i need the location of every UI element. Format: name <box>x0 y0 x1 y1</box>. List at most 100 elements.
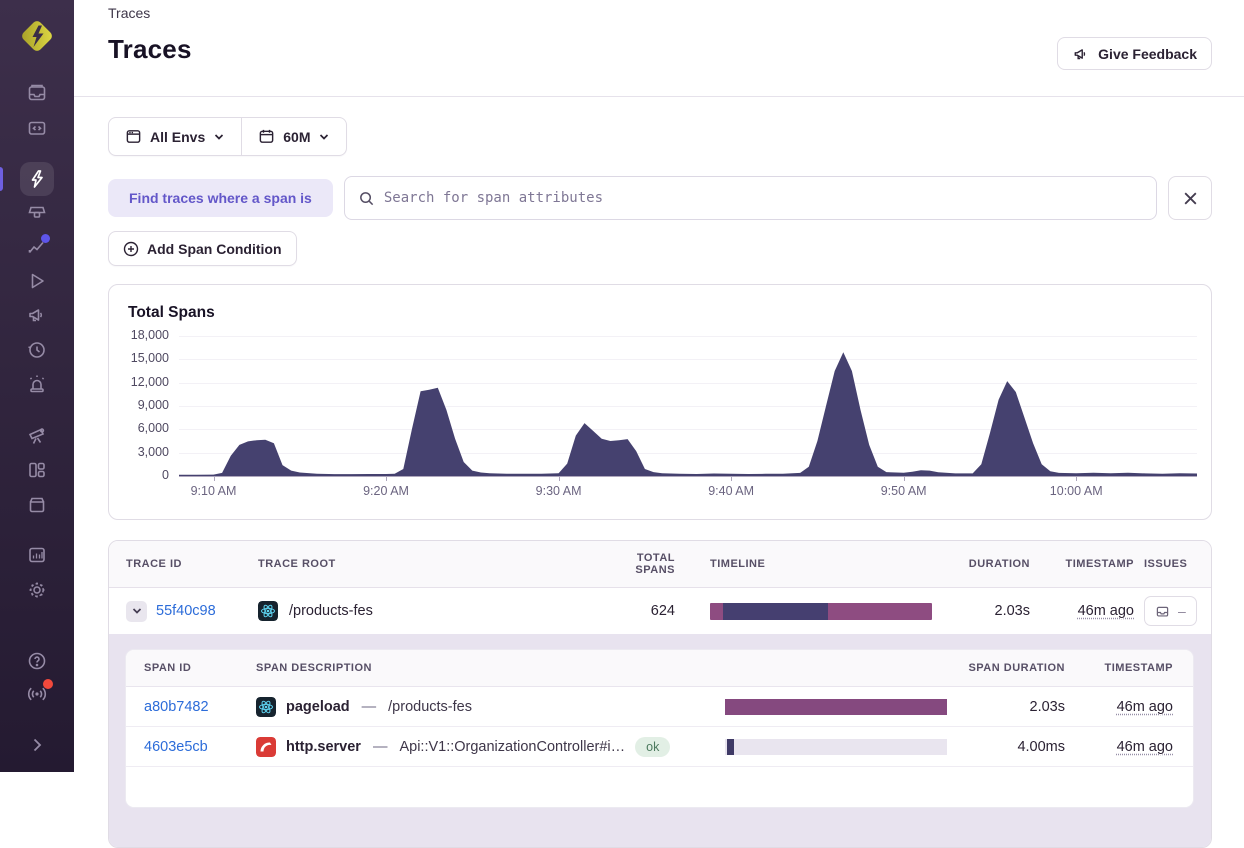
env-filter-button[interactable]: All Envs <box>109 118 241 155</box>
clock-icon <box>28 342 45 358</box>
separator: — <box>361 698 377 715</box>
col-timestamp: TIMESTAMP <box>1065 558 1134 570</box>
sidebar-item-feedback[interactable] <box>20 298 54 332</box>
collapse-row-button[interactable] <box>126 600 147 622</box>
give-feedback-label: Give Feedback <box>1098 45 1197 62</box>
chevron-down-icon <box>132 608 141 614</box>
col-trace-id: TRACE ID <box>126 558 182 570</box>
sidebar-item-replays[interactable] <box>20 264 54 298</box>
trace-timestamp[interactable]: 46m ago <box>1078 603 1134 619</box>
span-search-box[interactable] <box>343 176 1157 220</box>
sidebar-item-explore[interactable] <box>20 162 54 196</box>
trace-issues-button[interactable]: – <box>1144 596 1197 626</box>
span-timestamp[interactable]: 46m ago <box>1117 699 1173 715</box>
sidebar-item-projects[interactable] <box>20 111 54 145</box>
breadcrumb[interactable]: Traces <box>108 4 1212 21</box>
col-issues: ISSUES <box>1144 558 1188 570</box>
notification-dot-red <box>43 679 53 689</box>
span-row[interactable] <box>126 767 1193 807</box>
col-total-spans: TOTAL SPANS <box>635 552 675 576</box>
page-header: Traces Traces Give Feedback <box>74 0 1244 97</box>
ruby-platform-icon <box>256 736 276 757</box>
bar-stats-icon <box>29 547 45 563</box>
sidebar-item-discover[interactable] <box>20 419 54 453</box>
span-row[interactable]: 4603e5cb http.server — Api::V1::Organiza… <box>126 727 1193 767</box>
total-spans-area <box>179 352 1197 476</box>
sidebar-item-whats-new[interactable] <box>20 676 54 710</box>
find-traces-chip: Find traces where a span is <box>108 179 333 217</box>
span-duration-sliver <box>727 738 734 755</box>
play-icon <box>31 273 44 289</box>
sidebar-item-archive[interactable] <box>20 487 54 521</box>
span-timestamp[interactable]: 46m ago <box>1117 739 1173 755</box>
sidebar-item-releases[interactable] <box>20 333 54 367</box>
filter-bar: All Envs 60M <box>108 117 1212 156</box>
spans-sub-table: SPAN ID SPAN DESCRIPTION SPAN DURATION T… <box>126 650 1193 807</box>
search-input[interactable] <box>383 190 1143 206</box>
active-indicator <box>0 167 3 191</box>
lamp-icon <box>28 206 46 218</box>
span-op: http.server <box>286 738 361 755</box>
traces-table-header: TRACE ID TRACE ROOT TOTAL SPANS TIMELINE… <box>109 541 1211 588</box>
notification-dot-blue <box>41 234 50 243</box>
span-duration-bar <box>725 698 947 715</box>
sidebar-item-alerts[interactable] <box>20 367 54 401</box>
give-feedback-button[interactable]: Give Feedback <box>1057 37 1212 70</box>
col-span-description: SPAN DESCRIPTION <box>256 662 372 674</box>
close-icon <box>1184 192 1196 204</box>
help-icon <box>28 652 46 670</box>
col-span-id: SPAN ID <box>144 662 192 674</box>
sidebar-item-settings[interactable] <box>20 573 54 607</box>
archive-box-icon <box>29 497 45 513</box>
sentry-logo-icon[interactable] <box>17 16 57 56</box>
period-filter-button[interactable]: 60M <box>242 118 346 155</box>
trace-duration: 2.03s <box>994 603 1030 619</box>
chart-title: Total Spans <box>128 304 215 321</box>
span-op: pageload <box>286 698 350 715</box>
filter-segmented-control: All Envs 60M <box>108 117 348 156</box>
inbox-icon <box>1156 606 1169 617</box>
span-duration: 4.00ms <box>1017 738 1065 755</box>
chevron-down-icon <box>215 133 224 140</box>
megaphone-icon <box>1074 48 1086 59</box>
sidebar-item-performance[interactable] <box>20 230 54 264</box>
gear-icon <box>29 582 45 598</box>
trace-row[interactable]: 55f40c98 /products-fes 624 2.03s 46m ago… <box>109 588 1211 634</box>
env-filter-label: All Envs <box>150 128 206 145</box>
sidebar-item-dashboards[interactable] <box>20 453 54 487</box>
total-spans-plot[interactable]: 9:10 AM 9:20 AM 9:30 AM 9:40 AM 9:50 AM 10:00… <box>131 328 1197 498</box>
col-span-duration: SPAN DURATION <box>968 662 1065 674</box>
span-description: /products-fes <box>388 698 472 715</box>
react-platform-icon <box>256 696 276 717</box>
add-span-condition-button[interactable]: Add Span Condition <box>108 231 297 266</box>
sidebar-item-help[interactable] <box>20 644 54 678</box>
col-timeline: TIMELINE <box>710 558 766 570</box>
traces-table: TRACE ID TRACE ROOT TOTAL SPANS TIMELINE… <box>108 540 1212 848</box>
siren-icon <box>29 375 45 393</box>
chevron-right-icon <box>33 738 42 752</box>
span-description: Api::V1::OrganizationController#i… <box>399 738 626 755</box>
clear-search-button[interactable] <box>1168 176 1212 220</box>
col-trace-root: TRACE ROOT <box>258 558 336 570</box>
total-spans-panel: Total Spans 9:10 AM 9:20 AM 9:30 AM 9:40 AM… <box>108 284 1212 520</box>
sidebar-item-stats[interactable] <box>20 538 54 572</box>
separator: — <box>372 738 388 755</box>
span-id-link[interactable]: 4603e5cb <box>144 739 208 755</box>
sidebar-item-collapse[interactable] <box>20 728 54 762</box>
sidebar <box>0 0 74 772</box>
span-row[interactable]: a80b7482 pageload — /products-fes 2.03s … <box>126 687 1193 727</box>
sidebar-item-issues[interactable] <box>20 76 54 110</box>
span-id-link[interactable]: a80b7482 <box>144 699 209 715</box>
sidebar-item-insights[interactable] <box>20 196 54 230</box>
span-duration-track <box>725 738 947 755</box>
period-filter-label: 60M <box>283 128 311 145</box>
total-spans-value: 624 <box>650 603 675 619</box>
react-platform-icon <box>258 601 278 621</box>
trace-root-name: /products-fes <box>289 603 373 619</box>
spans-table-header: SPAN ID SPAN DESCRIPTION SPAN DURATION T… <box>126 650 1193 687</box>
telescope-icon <box>28 428 45 444</box>
x-axis-line <box>179 476 1197 477</box>
window-icon <box>126 130 141 143</box>
trace-id-link[interactable]: 55f40c98 <box>156 603 216 619</box>
issues-dash: – <box>1178 603 1186 619</box>
